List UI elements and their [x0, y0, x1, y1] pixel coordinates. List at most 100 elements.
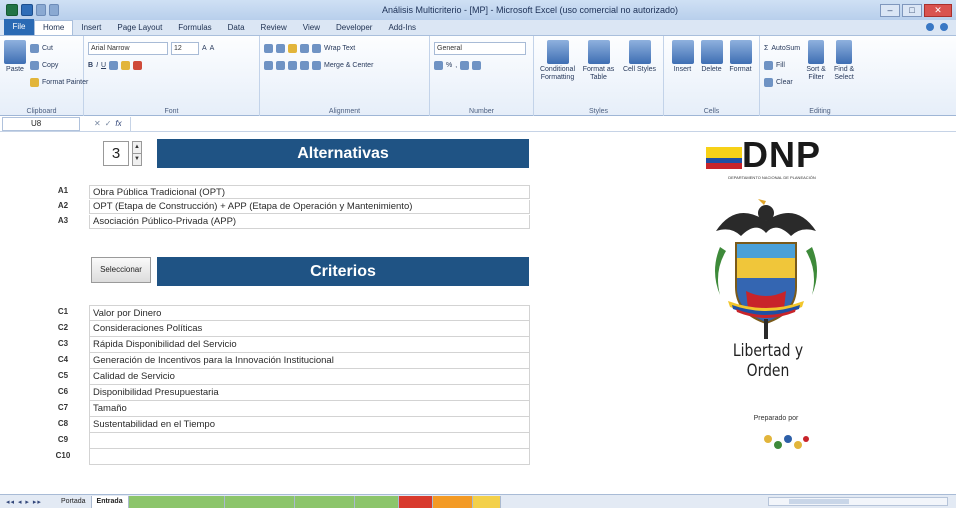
- autosum-button[interactable]: Σ AutoSum: [764, 40, 800, 57]
- alternative-cell[interactable]: OPT (Etapa de Construcción) + APP (Etapa…: [89, 200, 530, 214]
- tab-developer[interactable]: Developer: [328, 21, 380, 35]
- minimize-button[interactable]: –: [880, 3, 900, 17]
- cancel-icon[interactable]: ✕: [94, 119, 101, 128]
- alternative-cell[interactable]: Asociación Público-Privada (APP): [89, 215, 530, 229]
- spin-up-icon[interactable]: ▲: [133, 142, 141, 153]
- find-select-button[interactable]: Find & Select: [832, 40, 856, 116]
- sheet-tab-green-2[interactable]: [224, 495, 295, 508]
- align-right-icon[interactable]: [288, 61, 297, 70]
- align-top-icon[interactable]: [264, 44, 273, 53]
- undo-icon[interactable]: [36, 4, 46, 16]
- maximize-button[interactable]: □: [902, 3, 922, 17]
- fill-color-icon[interactable]: [121, 61, 131, 70]
- decrease-indent-icon[interactable]: [300, 61, 309, 70]
- format-cells-button[interactable]: Format: [726, 40, 755, 116]
- criterion-cell[interactable]: Disponibilidad Presupuestaria: [89, 385, 530, 401]
- format-painter-button[interactable]: Format Painter: [30, 74, 88, 91]
- criterion-cell[interactable]: Rápida Disponibilidad del Servicio: [89, 337, 530, 353]
- font-color-icon[interactable]: [133, 61, 143, 70]
- tab-home[interactable]: Home: [34, 20, 74, 35]
- sheet-tab-yellow[interactable]: [472, 495, 501, 508]
- italic-icon[interactable]: I: [96, 62, 98, 69]
- clear-button[interactable]: Clear: [764, 74, 800, 91]
- sheet-tab-portada[interactable]: Portada: [56, 495, 92, 508]
- percent-icon[interactable]: %: [446, 62, 452, 69]
- minimize-ribbon-icon[interactable]: [940, 23, 948, 31]
- formula-input[interactable]: [129, 116, 956, 131]
- spin-down-icon[interactable]: ▼: [133, 153, 141, 165]
- worksheet[interactable]: 3 ▲ ▼ Alternativas A1 Obra Pública Tradic…: [0, 133, 956, 493]
- criterion-cell[interactable]: Valor por Dinero: [89, 305, 530, 321]
- sheet-tab-red[interactable]: [398, 495, 433, 508]
- grow-font-icon[interactable]: A: [202, 45, 207, 52]
- alternatives-count[interactable]: 3: [103, 141, 129, 166]
- criterion-code: C6: [57, 387, 69, 396]
- font-name-select[interactable]: Arial Narrow: [88, 42, 168, 55]
- tab-page-layout[interactable]: Page Layout: [109, 21, 170, 35]
- format-as-table-button[interactable]: Format as Table: [579, 40, 618, 116]
- sheet-tab-entrada[interactable]: Entrada: [91, 495, 129, 508]
- decrease-decimal-icon[interactable]: [472, 61, 482, 70]
- sheet-tab-orange[interactable]: [432, 495, 473, 508]
- criterion-cell[interactable]: [89, 449, 530, 465]
- criterion-code: C1: [57, 307, 69, 316]
- excel-app-icon[interactable]: [6, 4, 18, 16]
- delete-cells-button[interactable]: Delete: [697, 40, 726, 116]
- criterion-cell[interactable]: Tamaño: [89, 401, 530, 417]
- criterion-cell[interactable]: Consideraciones Políticas: [89, 321, 530, 337]
- sort-filter-button[interactable]: Sort & Filter: [804, 40, 828, 116]
- insert-cells-button[interactable]: Insert: [668, 40, 697, 116]
- prepared-by-label: Preparado por: [753, 415, 799, 422]
- criterion-cell[interactable]: Generación de Incentivos para la Innovac…: [89, 353, 530, 369]
- shrink-font-icon[interactable]: A: [210, 45, 215, 52]
- tab-view[interactable]: View: [295, 21, 328, 35]
- currency-icon[interactable]: [434, 61, 443, 70]
- paste-button[interactable]: Paste: [4, 40, 26, 91]
- tab-insert[interactable]: Insert: [73, 21, 109, 35]
- sheet-tab-green-3[interactable]: [294, 495, 355, 508]
- sheet-nav-arrows[interactable]: ◂◂ ◂ ▸ ▸▸: [0, 498, 56, 506]
- number-format-select[interactable]: General: [434, 42, 526, 55]
- wrap-text-icon[interactable]: [312, 44, 321, 53]
- align-middle-icon[interactable]: [276, 44, 285, 53]
- close-button[interactable]: ✕: [924, 3, 952, 17]
- redo-icon[interactable]: [49, 4, 59, 16]
- bold-icon[interactable]: B: [88, 62, 93, 69]
- cell-styles-button[interactable]: Cell Styles: [620, 40, 659, 116]
- select-button[interactable]: Seleccionar: [91, 257, 151, 283]
- dnp-logo: DNP DEPARTAMENTO NACIONAL DE PLANEACIÓN: [706, 135, 838, 187]
- comma-icon[interactable]: ,: [455, 62, 457, 69]
- spinner[interactable]: ▲ ▼: [132, 141, 142, 166]
- align-center-icon[interactable]: [276, 61, 285, 70]
- increase-decimal-icon[interactable]: [460, 61, 470, 70]
- criterion-cell[interactable]: Calidad de Servicio: [89, 369, 530, 385]
- conditional-formatting-button[interactable]: Conditional Formatting: [538, 40, 577, 116]
- merge-icon[interactable]: [312, 61, 321, 70]
- font-size-select[interactable]: 12: [171, 42, 199, 55]
- criterion-cell[interactable]: Sustentabilidad en el Tiempo: [89, 417, 530, 433]
- function-icon[interactable]: fx: [115, 119, 121, 128]
- align-left-icon[interactable]: [264, 61, 273, 70]
- align-bottom-icon[interactable]: [288, 44, 297, 53]
- scroll-thumb[interactable]: [789, 499, 849, 504]
- enter-icon[interactable]: ✓: [105, 119, 112, 128]
- tab-review[interactable]: Review: [253, 21, 295, 35]
- orientation-icon[interactable]: [300, 44, 309, 53]
- borders-icon[interactable]: [109, 61, 119, 70]
- tab-formulas[interactable]: Formulas: [170, 21, 219, 35]
- name-box[interactable]: U8: [2, 116, 80, 131]
- horizontal-scrollbar[interactable]: [768, 497, 948, 506]
- save-icon[interactable]: [21, 4, 33, 16]
- sheet-tab-green-4[interactable]: [354, 495, 399, 508]
- tab-add-ins[interactable]: Add-Ins: [380, 21, 424, 35]
- alternative-cell[interactable]: Obra Pública Tradicional (OPT): [89, 185, 530, 199]
- tab-data[interactable]: Data: [220, 21, 253, 35]
- underline-icon[interactable]: U: [101, 62, 106, 69]
- cut-button[interactable]: Cut: [30, 40, 88, 57]
- criterion-cell[interactable]: [89, 433, 530, 449]
- sheet-tab-green[interactable]: [128, 495, 225, 508]
- fill-button[interactable]: Fill: [764, 57, 800, 74]
- tab-file[interactable]: File: [4, 19, 34, 35]
- copy-button[interactable]: Copy: [30, 57, 88, 74]
- help-icon[interactable]: [926, 23, 934, 31]
